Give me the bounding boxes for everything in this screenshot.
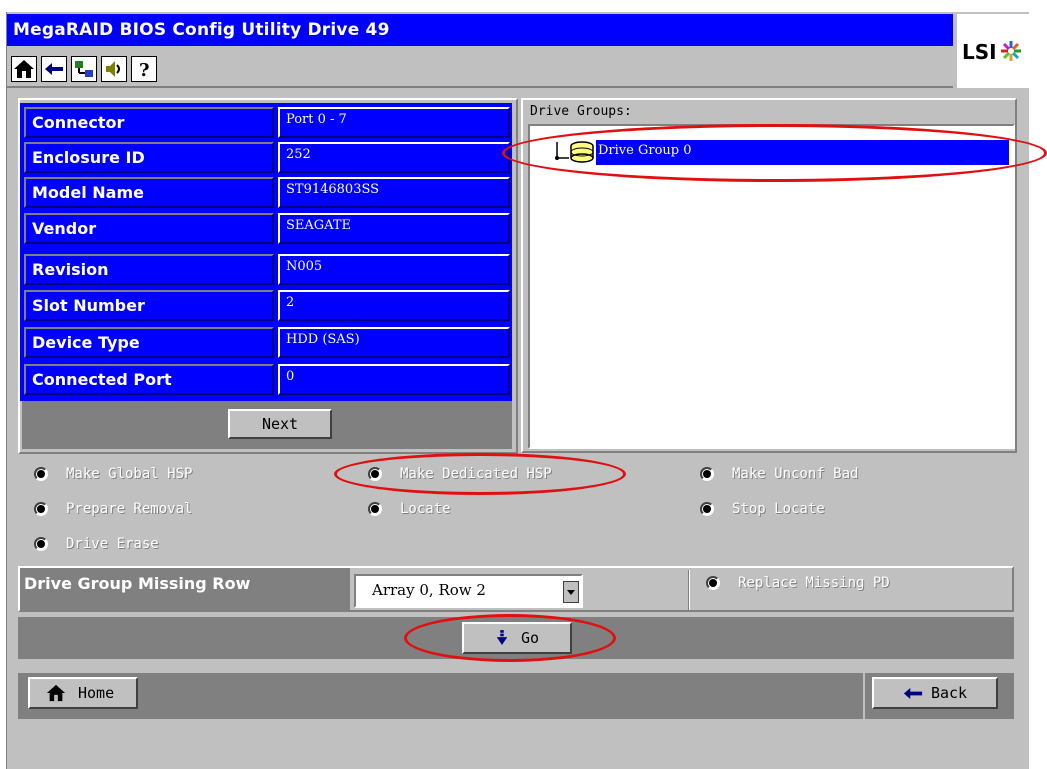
back-arrow-icon [45,63,63,75]
drive-info-value: ST9146803SS [278,177,510,208]
missing-row-label: Drive Group Missing Row [20,568,350,610]
drive-group-item[interactable]: Drive Group 0 [596,140,1009,165]
back-button[interactable]: Back [872,677,998,709]
option-drive-erase[interactable]: Drive Erase [34,533,159,555]
option-make-unconf-bad[interactable]: Make Unconf Bad [700,463,858,485]
option-label: Replace Missing PD [738,575,890,591]
missing-row-select[interactable]: Array 0, Row 2 [354,574,583,608]
radio-icon [34,467,48,481]
toolbar-help-button[interactable]: ? [131,56,157,82]
toolbar-back-button[interactable] [41,56,67,82]
bottom-bar [18,671,1014,721]
toolbar-network-button[interactable] [71,56,97,82]
window-title: MegaRAID BIOS Config Utility Drive 49 [7,14,953,46]
option-stop-locate[interactable]: Stop Locate [700,498,825,520]
toolbar: ? [7,46,953,88]
radio-icon [34,502,48,516]
svg-text:?: ? [139,60,150,80]
home-button-label: Home [78,684,115,702]
option-locate[interactable]: Locate [368,498,451,520]
drive-info-value: 0 [278,364,510,395]
down-arrow-icon [496,630,508,645]
option-label: Prepare Removal [66,501,193,517]
option-replace-missing-pd[interactable]: Replace Missing PD [706,572,890,594]
drive-groups-title: Drive Groups: [530,104,632,119]
drive-info-label: Model Name [24,177,274,208]
home-icon [46,684,66,702]
drive-info-label: Slot Number [24,290,274,321]
lsi-logo-icon: LSI [962,40,1021,64]
drive-info-value: HDD (SAS) [278,327,510,358]
toolbar-home-button[interactable] [11,56,37,82]
speaker-icon [106,61,120,77]
drive-info-label: Connected Port [24,364,274,395]
next-button[interactable]: Next [228,409,332,439]
drive-info-label: Device Type [24,327,274,358]
next-button-label: Next [261,415,299,433]
option-label: Make Unconf Bad [732,466,859,482]
home-icon [14,60,34,78]
drive-info-value: N005 [278,254,510,285]
radio-icon [700,467,714,481]
drive-info-value: SEAGATE [278,213,510,244]
lsi-logo: LSI [957,14,1029,88]
home-button[interactable]: Home [28,677,138,709]
drive-info-label: Revision [24,254,274,285]
back-arrow-icon [903,687,923,699]
chevron-down-icon[interactable] [563,581,579,603]
option-prepare-removal[interactable]: Prepare Removal [34,498,192,520]
back-button-label: Back [930,684,968,702]
option-label: Make Dedicated HSP [400,466,552,482]
drive-info-value: 252 [278,142,510,173]
option-label: Stop Locate [732,501,825,517]
go-button[interactable]: Go [462,622,572,654]
radio-icon [700,502,714,516]
missing-row-selected: Array 0, Row 2 [372,581,486,599]
drive-info-label: Connector [24,107,274,138]
go-button-label: Go [520,629,540,647]
radio-icon [368,502,382,516]
drive-info-label: Vendor [24,213,274,244]
drive-info-label: Enclosure ID [24,142,274,173]
option-make-global-hsp[interactable]: Make Global HSP [34,463,192,485]
option-make-dedicated-hsp[interactable]: Make Dedicated HSP [368,463,552,485]
separator [688,570,690,610]
radio-icon [34,537,48,551]
help-icon: ? [139,60,150,80]
drive-group-icon [555,141,594,163]
radio-icon [706,576,720,590]
network-icon [75,61,93,77]
option-label: Drive Erase [66,536,159,552]
toolbar-sound-button[interactable] [101,56,127,82]
drive-info-value: Port 0 - 7 [278,107,510,138]
option-label: Locate [400,501,451,517]
drive-info-value: 2 [278,290,510,321]
radio-icon [368,467,382,481]
option-label: Make Global HSP [66,466,193,482]
drive-groups-tree[interactable] [528,124,1015,449]
svg-text:LSI: LSI [962,40,997,64]
